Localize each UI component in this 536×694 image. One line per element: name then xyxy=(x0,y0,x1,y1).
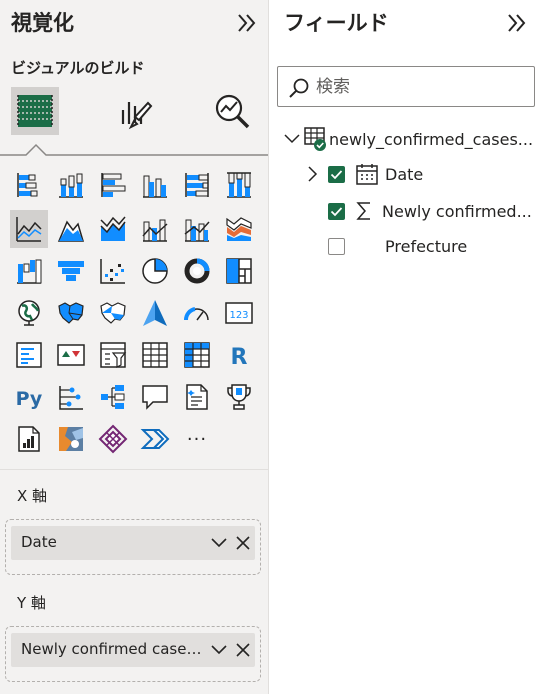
visualizations-pane: 視覚化 ビジュアルのビルド 123 R Py ··· X 軸 Date Y 軸 … xyxy=(0,0,268,694)
x-axis-field-chip[interactable]: Date xyxy=(11,526,255,560)
stacked-bar-chart-icon[interactable] xyxy=(10,166,48,204)
map-icon[interactable] xyxy=(10,294,48,332)
line-and-clustered-column-chart-icon[interactable] xyxy=(178,210,216,248)
tab-build-visual[interactable] xyxy=(11,87,59,135)
search-icon xyxy=(289,78,309,98)
tab-pointer xyxy=(0,143,268,156)
slicer-icon[interactable] xyxy=(94,336,132,374)
treemap-icon[interactable] xyxy=(220,252,258,290)
more-visuals-button[interactable]: ··· xyxy=(178,420,216,458)
100-stacked-bar-chart-icon[interactable] xyxy=(178,166,216,204)
y-axis-field-name: Newly confirmed cases... xyxy=(21,640,205,658)
format-paintbrush-icon xyxy=(121,101,153,130)
checkmark-icon xyxy=(330,206,343,216)
clustered-column-chart-icon[interactable] xyxy=(136,166,174,204)
chevron-down-icon[interactable] xyxy=(210,536,228,550)
clustered-bar-chart-icon[interactable] xyxy=(94,166,132,204)
double-chevron-right-icon xyxy=(238,14,256,32)
chevron-right-icon[interactable] xyxy=(305,165,319,183)
qa-visual-icon[interactable] xyxy=(136,378,174,416)
smart-narrative-icon[interactable] xyxy=(178,378,216,416)
key-influencers-icon[interactable] xyxy=(52,378,90,416)
field-item-date[interactable]: Date xyxy=(305,160,423,188)
line-and-stacked-column-chart-icon[interactable] xyxy=(136,210,174,248)
svg-text:R: R xyxy=(231,345,248,370)
waterfall-chart-icon[interactable] xyxy=(10,252,48,290)
python-visual-icon[interactable]: Py xyxy=(10,378,48,416)
fields-pane: フィールド newly_confirmed_cases... xyxy=(268,0,536,694)
100-stacked-column-chart-icon[interactable] xyxy=(220,166,258,204)
gauge-icon[interactable] xyxy=(178,294,216,332)
field-label-prefecture: Prefecture xyxy=(385,236,468,256)
remove-field-icon[interactable] xyxy=(235,535,251,551)
fields-title: フィールド xyxy=(284,11,389,35)
pie-chart-icon[interactable] xyxy=(136,252,174,290)
donut-chart-icon[interactable] xyxy=(178,252,216,290)
azure-map-icon[interactable] xyxy=(136,294,174,332)
svg-text:Py: Py xyxy=(16,388,43,410)
line-chart-icon[interactable] xyxy=(10,210,48,248)
svg-text:123: 123 xyxy=(229,310,248,321)
field-item-newly-confirmed[interactable]: Newly confirmed... xyxy=(328,197,532,225)
field-label-newly-confirmed: Newly confirmed... xyxy=(382,201,532,221)
chevron-down-icon[interactable] xyxy=(210,643,228,657)
table-icon xyxy=(304,127,326,151)
metrics-trophy-icon[interactable] xyxy=(220,378,258,416)
x-axis-well[interactable]: Date xyxy=(5,519,261,575)
x-axis-field-name: Date xyxy=(21,533,57,551)
shape-map-icon[interactable] xyxy=(94,294,132,332)
area-chart-icon[interactable] xyxy=(52,210,90,248)
build-visual-icon xyxy=(17,95,53,127)
calendar-icon xyxy=(356,164,378,185)
field-checkbox-newly-confirmed[interactable] xyxy=(328,202,345,220)
checkmark-icon xyxy=(330,169,343,179)
field-checkbox-prefecture[interactable] xyxy=(328,237,345,255)
table-icon[interactable] xyxy=(136,336,174,374)
stacked-area-chart-icon[interactable] xyxy=(94,210,132,248)
x-axis-label: X 軸 xyxy=(17,487,48,505)
remove-field-icon[interactable] xyxy=(235,642,251,658)
fields-search-input[interactable] xyxy=(316,75,516,99)
multi-row-card-icon[interactable] xyxy=(10,336,48,374)
analytics-magnifier-icon xyxy=(215,94,250,129)
collapse-visualizations-button[interactable] xyxy=(233,10,261,36)
decomposition-tree-icon[interactable] xyxy=(94,378,132,416)
power-apps-icon[interactable] xyxy=(94,420,132,458)
r-script-visual-icon[interactable]: R xyxy=(220,336,258,374)
ribbon-chart-icon[interactable] xyxy=(220,210,258,248)
field-checkbox-date[interactable] xyxy=(328,165,345,183)
tab-format-visual[interactable] xyxy=(110,87,158,135)
scatter-chart-icon[interactable] xyxy=(94,252,132,290)
tab-analytics[interactable] xyxy=(208,87,256,135)
y-axis-label: Y 軸 xyxy=(17,594,46,612)
filled-map-icon[interactable] xyxy=(52,294,90,332)
table-name: newly_confirmed_cases... xyxy=(329,129,534,149)
power-automate-icon[interactable] xyxy=(136,420,174,458)
more-visuals-label: ··· xyxy=(186,428,208,450)
field-label-date: Date xyxy=(385,164,424,184)
y-axis-field-chip[interactable]: Newly confirmed cases... xyxy=(11,633,255,667)
sigma-icon xyxy=(356,202,370,220)
card-icon[interactable]: 123 xyxy=(220,294,258,332)
stacked-column-chart-icon[interactable] xyxy=(52,166,90,204)
fields-search-box[interactable] xyxy=(277,66,535,107)
y-axis-well[interactable]: Newly confirmed cases... xyxy=(5,626,261,682)
paginated-report-icon[interactable] xyxy=(10,420,48,458)
matrix-icon[interactable] xyxy=(178,336,216,374)
section-divider xyxy=(0,469,268,470)
visualizations-title: 視覚化 xyxy=(11,11,74,35)
build-tabs xyxy=(0,84,268,156)
build-visual-label: ビジュアルのビルド xyxy=(11,59,145,77)
collapse-fields-button[interactable] xyxy=(503,10,531,36)
arcgis-map-icon[interactable] xyxy=(52,420,90,458)
table-node[interactable]: newly_confirmed_cases... xyxy=(283,125,533,153)
funnel-chart-icon[interactable] xyxy=(52,252,90,290)
kpi-icon[interactable] xyxy=(52,336,90,374)
chevron-down-icon[interactable] xyxy=(283,132,301,146)
field-item-prefecture[interactable]: Prefecture xyxy=(328,232,467,260)
double-chevron-right-icon xyxy=(508,14,526,32)
